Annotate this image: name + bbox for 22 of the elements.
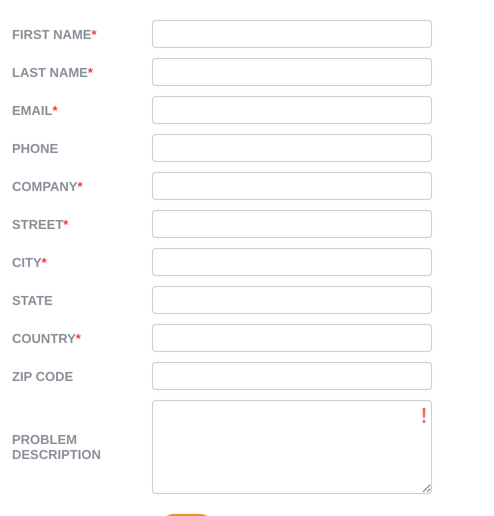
input-field[interactable] xyxy=(152,134,432,162)
field-label: LAST NAME* xyxy=(12,64,94,80)
input-field[interactable] xyxy=(152,286,432,314)
field-label: CITY* xyxy=(12,254,48,270)
field-label: COMPANY* xyxy=(12,178,84,194)
field-label: FIRST NAME* xyxy=(12,26,98,42)
input-field[interactable] xyxy=(152,362,432,390)
input-field[interactable] xyxy=(152,96,432,124)
input-field[interactable] xyxy=(152,324,432,352)
input-field[interactable] xyxy=(152,248,432,276)
input-field[interactable] xyxy=(152,20,432,48)
input-field[interactable] xyxy=(152,172,432,200)
text-area[interactable] xyxy=(152,400,432,494)
field-label: STATE xyxy=(12,292,54,308)
field-label: COUNTRY* xyxy=(12,330,82,346)
field-label: PHONE xyxy=(12,140,60,156)
input-field[interactable] xyxy=(152,58,432,86)
field-label: EMAIL* xyxy=(12,102,59,118)
field-label: PROBLEM DESCRIPTION xyxy=(12,432,102,462)
input-field[interactable] xyxy=(152,210,432,238)
field-label: STREET* xyxy=(12,216,70,232)
field-label: ZIP CODE xyxy=(12,368,74,384)
